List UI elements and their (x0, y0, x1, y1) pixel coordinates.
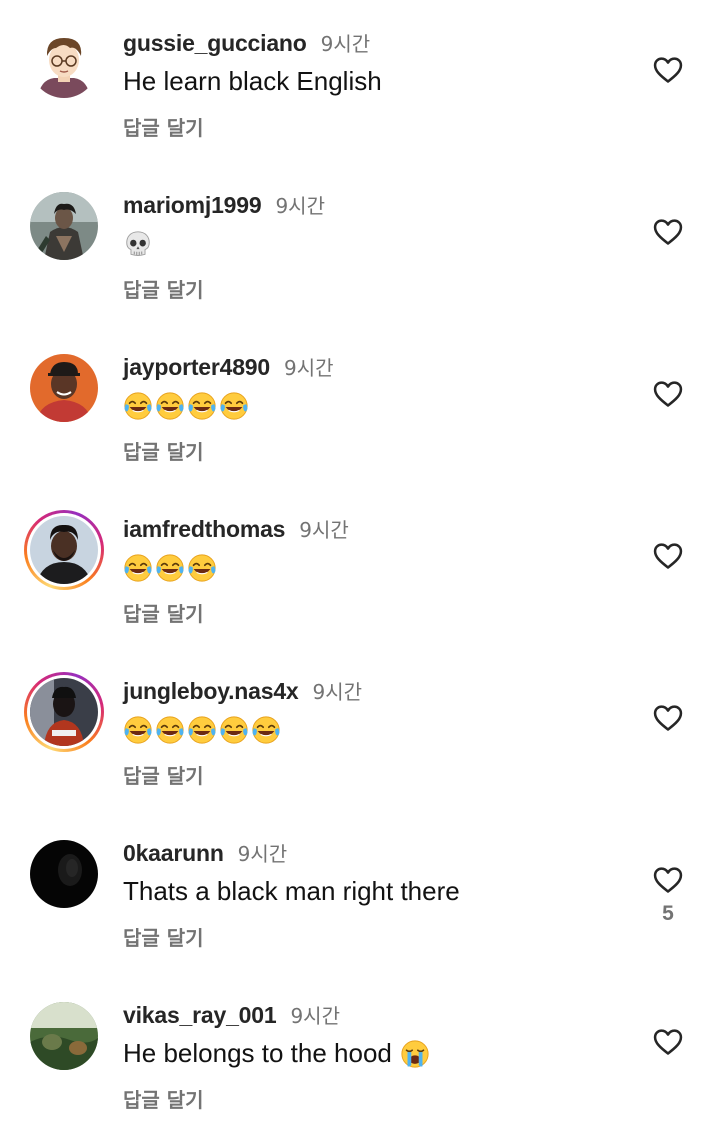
heart-outline-icon (652, 864, 684, 896)
avatar[interactable] (30, 354, 98, 422)
comment-username[interactable]: 0kaarunn (123, 840, 224, 867)
comment-username[interactable]: vikas_ray_001 (123, 1002, 277, 1029)
avatar[interactable] (30, 1002, 98, 1070)
comment-username[interactable]: iamfredthomas (123, 516, 285, 543)
comment-text (123, 552, 217, 584)
face-with-tears-of-joy-emoji (219, 391, 249, 421)
comment-item: mariomj1999 9시간 답글 달기 (0, 162, 720, 324)
reply-button[interactable]: 답글 달기 (123, 112, 204, 141)
comment-item: 0kaarunn 9시간 Thats a black man right the… (0, 810, 720, 972)
face-with-tears-of-joy-emoji (123, 553, 153, 583)
like-count[interactable]: 5 (650, 902, 686, 926)
reply-button[interactable]: 답글 달기 (123, 598, 204, 627)
face-with-tears-of-joy-emoji (187, 391, 217, 421)
comment-text (123, 228, 153, 260)
comment-text (123, 714, 281, 746)
face-with-tears-of-joy-emoji (123, 715, 153, 745)
face-with-tears-of-joy-emoji (187, 715, 217, 745)
comment-text-body: He belongs to the hood (123, 1038, 392, 1068)
face-with-tears-of-joy-emoji (155, 553, 185, 583)
comment-item: jayporter4890 9시간 답글 달기 (0, 324, 720, 486)
like-button[interactable] (650, 376, 686, 412)
heart-outline-icon (652, 540, 684, 572)
comment-timestamp: 9시간 (312, 680, 363, 704)
avatar-story-ring[interactable] (24, 510, 104, 590)
face-with-tears-of-joy-emoji (155, 391, 185, 421)
face-with-tears-of-joy-emoji (155, 715, 185, 745)
reply-button[interactable]: 답글 달기 (123, 922, 204, 951)
like-button[interactable] (650, 538, 686, 574)
avatar[interactable] (30, 30, 98, 98)
comment-timestamp: 9시간 (284, 356, 334, 380)
avatar[interactable] (30, 840, 98, 908)
like-button[interactable] (650, 52, 686, 88)
comment-timestamp: 9시간 (290, 1004, 340, 1028)
like-button[interactable] (650, 700, 686, 736)
loudly-crying-face-emoji (400, 1039, 430, 1069)
comment-username[interactable]: jungleboy.nas4x (123, 678, 299, 705)
like-button[interactable] (650, 862, 686, 898)
reply-button[interactable]: 답글 달기 (123, 274, 204, 303)
comment-username[interactable]: mariomj1999 (123, 192, 262, 219)
avatar[interactable] (30, 192, 98, 260)
heart-outline-icon (652, 378, 684, 410)
face-with-tears-of-joy-emoji (219, 715, 249, 745)
face-with-tears-of-joy-emoji (251, 715, 281, 745)
face-with-tears-of-joy-emoji (123, 391, 153, 421)
comment-username[interactable]: gussie_gucciano (123, 30, 307, 57)
heart-outline-icon (652, 54, 684, 86)
comment-text: He learn black English (123, 66, 382, 96)
heart-outline-icon (652, 216, 684, 248)
comment-text: Thats a black man right there (123, 876, 460, 906)
reply-button[interactable]: 답글 달기 (123, 436, 204, 465)
comment-text (123, 390, 249, 422)
like-button[interactable] (650, 1024, 686, 1060)
comment-timestamp: 9시간 (320, 32, 371, 56)
heart-outline-icon (652, 702, 684, 734)
heart-outline-icon (652, 1026, 684, 1058)
comment-item: jungleboy.nas4x 9시간 답글 달기 (0, 648, 720, 810)
reply-button[interactable]: 답글 달기 (123, 760, 204, 789)
comment-item: iamfredthomas 9시간 답글 달기 (0, 486, 720, 648)
comment-username[interactable]: jayporter4890 (123, 354, 270, 381)
comment-timestamp: 9시간 (275, 194, 325, 218)
avatar-story-ring[interactable] (24, 672, 104, 752)
skull-emoji (123, 229, 153, 259)
reply-button[interactable]: 답글 달기 (123, 1084, 204, 1113)
comment-item: vikas_ray_001 9시간 He belongs to the hood… (0, 972, 720, 1134)
comment-text: He belongs to the hood (123, 1038, 430, 1069)
comment-timestamp: 9시간 (299, 518, 349, 542)
comment-timestamp: 9시간 (237, 842, 288, 866)
like-button[interactable] (650, 214, 686, 250)
face-with-tears-of-joy-emoji (187, 553, 217, 583)
comment-item: gussie_gucciano 9시간 He learn black Engli… (0, 0, 720, 162)
